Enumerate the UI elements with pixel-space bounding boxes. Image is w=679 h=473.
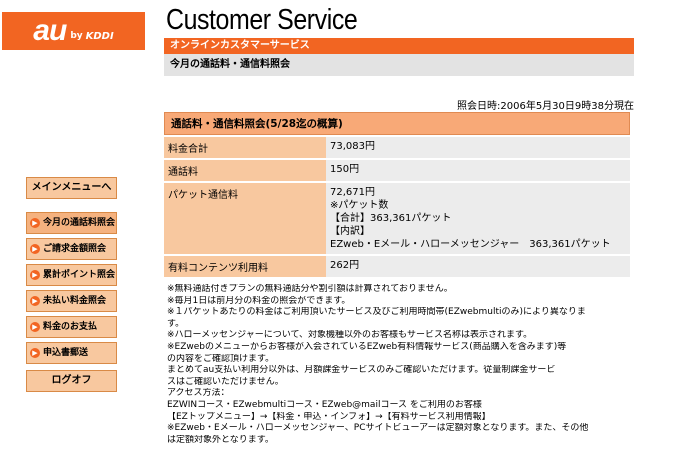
note-line: は定額対象外となります。 bbox=[167, 434, 274, 445]
fee-label: 有料コンテンツ利用料 bbox=[164, 256, 326, 277]
sidebar-item-label: 累計ポイント照会 bbox=[43, 270, 116, 280]
note-line: ※EZwebのメニューからお客様が入会されているEZweb有料情報サービス(商品… bbox=[167, 341, 567, 352]
fee-value-line: EZweb・Eメール・ハローメッセンジャー 363,361パケット bbox=[330, 239, 611, 250]
fee-value-line: 150円 bbox=[330, 164, 360, 175]
logo-au-text: au bbox=[33, 14, 67, 47]
au-kddi-logo[interactable]: au by KDDI bbox=[2, 12, 145, 50]
sidebar-item[interactable]: ▶ 累計ポイント照会 bbox=[26, 264, 117, 286]
arrow-icon: ▶ bbox=[30, 296, 40, 306]
note-line: ※無料通話付きプランの無料通話分や割引額は計算されておりません。 bbox=[167, 284, 453, 294]
fee-label: 料金合計 bbox=[164, 137, 326, 158]
fee-value: 72,671円 ※パケット数【合計】363,361パケット 【内訳】 EZweb・Eメ… bbox=[326, 183, 630, 254]
note-line: ※１パケットあたりの料金はご利用頂いたサービス及びご利用時間帯(EZwebmul… bbox=[167, 307, 586, 318]
fee-value: 150円 bbox=[326, 160, 630, 181]
section-title: 今月の通話料・通信料照会 bbox=[164, 54, 634, 76]
logout-button[interactable]: ログオフ bbox=[26, 370, 117, 392]
sidebar-item[interactable]: ▶ 申込書郵送 bbox=[26, 342, 117, 364]
page-title: Customer Service bbox=[166, 4, 358, 36]
table-row: 料金合計 73,083円 bbox=[164, 137, 630, 158]
arrow-icon: ▶ bbox=[30, 270, 40, 280]
sidebar-item-label: 料金のお支払 bbox=[43, 322, 98, 332]
arrow-icon: ▶ bbox=[30, 348, 40, 358]
fee-table-header: 通話料・通信料照会(5/28迄の概算) bbox=[164, 112, 630, 135]
fee-value-line: 【合計】363,361パケット bbox=[330, 213, 452, 224]
arrow-icon: ▶ bbox=[30, 218, 40, 228]
logo-kddi-text: KDDI bbox=[85, 30, 114, 42]
table-row: 通話料 150円 bbox=[164, 160, 630, 181]
fee-value-line: 【内訳】 bbox=[330, 226, 370, 237]
fee-value-line: 73,083円 bbox=[330, 141, 375, 152]
table-row: 有料コンテンツ利用料 262円 bbox=[164, 256, 630, 277]
note-line: す。 bbox=[167, 318, 185, 329]
sidebar-item[interactable]: ▶ 今月の通話料照会 bbox=[26, 212, 117, 234]
fee-label: 通話料 bbox=[164, 160, 326, 181]
fee-value-line: 72,671円 bbox=[330, 187, 375, 198]
fee-value-line: ※パケット数 bbox=[330, 200, 389, 211]
arrow-icon: ▶ bbox=[30, 322, 40, 332]
table-row: パケット通信料 72,671円 ※パケット数【合計】363,361パケット 【内訳】 E… bbox=[164, 183, 630, 254]
sidebar-item-label: ご請求金額照会 bbox=[43, 244, 107, 254]
fee-summary-table: 通話料・通信料照会(5/28迄の概算) 料金合計 73,083円 通話料 150円 パケ… bbox=[164, 110, 630, 279]
sidebar-item[interactable]: ▶ ご請求金額照会 bbox=[26, 238, 117, 260]
note-line: ※ハローメッセンジャーについて、対象機種以外のお客様もサービス名称は表示されます… bbox=[167, 330, 533, 341]
note-line: スはご確認いただけません。 bbox=[167, 376, 284, 387]
note-line: まとめてau支払い利用分以外は、月額課金サービスのみご確認いただけます。従量制課… bbox=[167, 365, 556, 376]
note-line: EZWINコース・EZwebmultiコース・EZweb@mailコース をご利… bbox=[167, 399, 482, 410]
sidebar-item-label: 今月の通話料照会 bbox=[43, 218, 116, 228]
sidebar-menu: ▶ 今月の通話料照会 ▶ ご請求金額照会 ▶ 累計ポイント照会 ▶ 未払い料金照会 ▶ 料金のお支… bbox=[26, 212, 117, 368]
main-menu-button[interactable]: メインメニューへ bbox=[26, 177, 117, 199]
note-line: アクセス方法： bbox=[167, 388, 230, 399]
fee-value-line: 262円 bbox=[330, 260, 360, 271]
fee-value: 262円 bbox=[326, 256, 630, 277]
logo-by-text: by bbox=[70, 31, 83, 41]
sidebar-item-label: 未払い料金照会 bbox=[43, 296, 107, 306]
notes-block: ※無料通話付きプランの無料通話分や割引額は計算されておりません。 ※毎月1日は前月… bbox=[167, 284, 629, 446]
sidebar-item[interactable]: ▶ 未払い料金照会 bbox=[26, 290, 117, 312]
note-line: ※EZweb・Eメール・ハローメッセンジャー、PCサイトビューアーは定額対象とな… bbox=[167, 423, 589, 434]
sidebar-item-label: 申込書郵送 bbox=[43, 348, 89, 358]
note-line: ※毎月1日は前月分の料金の照会ができます。 bbox=[167, 295, 351, 306]
fee-label: パケット通信料 bbox=[164, 183, 326, 254]
fee-value: 73,083円 bbox=[326, 137, 630, 158]
note-line: の内容をご確認頂けます。 bbox=[167, 353, 275, 364]
sidebar-item[interactable]: ▶ 料金のお支払 bbox=[26, 316, 117, 338]
subtitle-bar: オンラインカスタマーサービス bbox=[164, 38, 634, 54]
arrow-icon: ▶ bbox=[30, 244, 40, 254]
note-line: 【EZトップメニュー】→【料金・申込・インフォ】→【有料サービス利用情報】 bbox=[167, 411, 491, 422]
